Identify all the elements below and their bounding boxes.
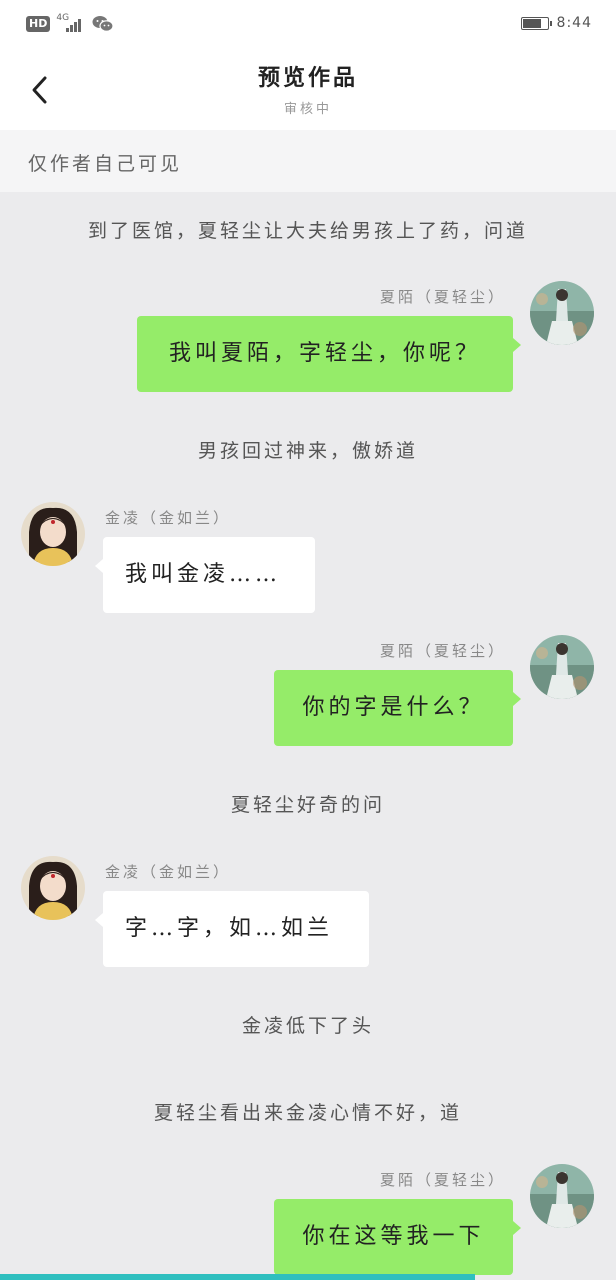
progress-bar [0, 1274, 475, 1280]
message-text: 你的字是什么？ [302, 695, 485, 720]
nav-header: 预览作品 审核中 [0, 50, 616, 130]
battery-icon [520, 16, 552, 30]
narration: 夏轻尘好奇的问 [230, 794, 385, 816]
status-bar: HD 4G 8:44 [0, 0, 616, 50]
message-bubble-received[interactable]: 我叫金凌…… [95, 537, 315, 613]
message-bubble-sent[interactable]: 我叫夏陌，字轻尘，你呢？ [137, 316, 521, 392]
visibility-notice-text: 仅作者自己可见 [28, 153, 183, 175]
signal-icon: 4G [56, 14, 86, 34]
message-text: 你在这等我一下 [302, 1224, 485, 1249]
visibility-notice: 仅作者自己可见 [0, 130, 616, 192]
chat-area[interactable]: 到了医馆，夏轻尘让大夫给男孩上了药，问道 夏陌（夏轻尘） 我叫夏陌，字轻尘，你呢… [0, 192, 616, 1280]
narration: 到了医馆，夏轻尘让大夫给男孩上了药，问道 [87, 220, 528, 242]
sender-name: 金凌（金如兰） [105, 863, 232, 881]
page-title: 预览作品 [257, 65, 358, 91]
narration: 男孩回过神来，傲娇道 [197, 440, 418, 462]
clock: 8:44 [556, 15, 592, 31]
wechat-icon [92, 16, 114, 32]
avatar-jin-ling[interactable] [21, 502, 85, 566]
sender-name: 夏陌（夏轻尘） [379, 288, 506, 306]
sender-name: 金凌（金如兰） [105, 509, 232, 527]
sender-name: 夏陌（夏轻尘） [379, 642, 506, 660]
message-text: 字…字，如…如兰 [125, 916, 334, 941]
narration: 夏轻尘看出来金凌心情不好，道 [153, 1102, 462, 1124]
narration: 金凌低下了头 [241, 1015, 374, 1037]
message-bubble-sent[interactable]: 你在这等我一下 [274, 1199, 521, 1275]
message-bubble-received[interactable]: 字…字，如…如兰 [95, 891, 369, 967]
avatar-xia-mo[interactable] [530, 635, 594, 699]
message-text: 我叫夏陌，字轻尘，你呢？ [168, 341, 481, 366]
review-status: 审核中 [283, 102, 332, 117]
hd-icon: HD [26, 16, 51, 32]
sender-name: 夏陌（夏轻尘） [379, 1171, 506, 1189]
message-text: 我叫金凌…… [125, 562, 282, 587]
avatar-xia-mo[interactable] [530, 281, 594, 345]
avatar-jin-ling[interactable] [21, 856, 85, 920]
message-bubble-sent[interactable]: 你的字是什么？ [274, 670, 521, 746]
avatar-xia-mo[interactable] [530, 1164, 594, 1228]
